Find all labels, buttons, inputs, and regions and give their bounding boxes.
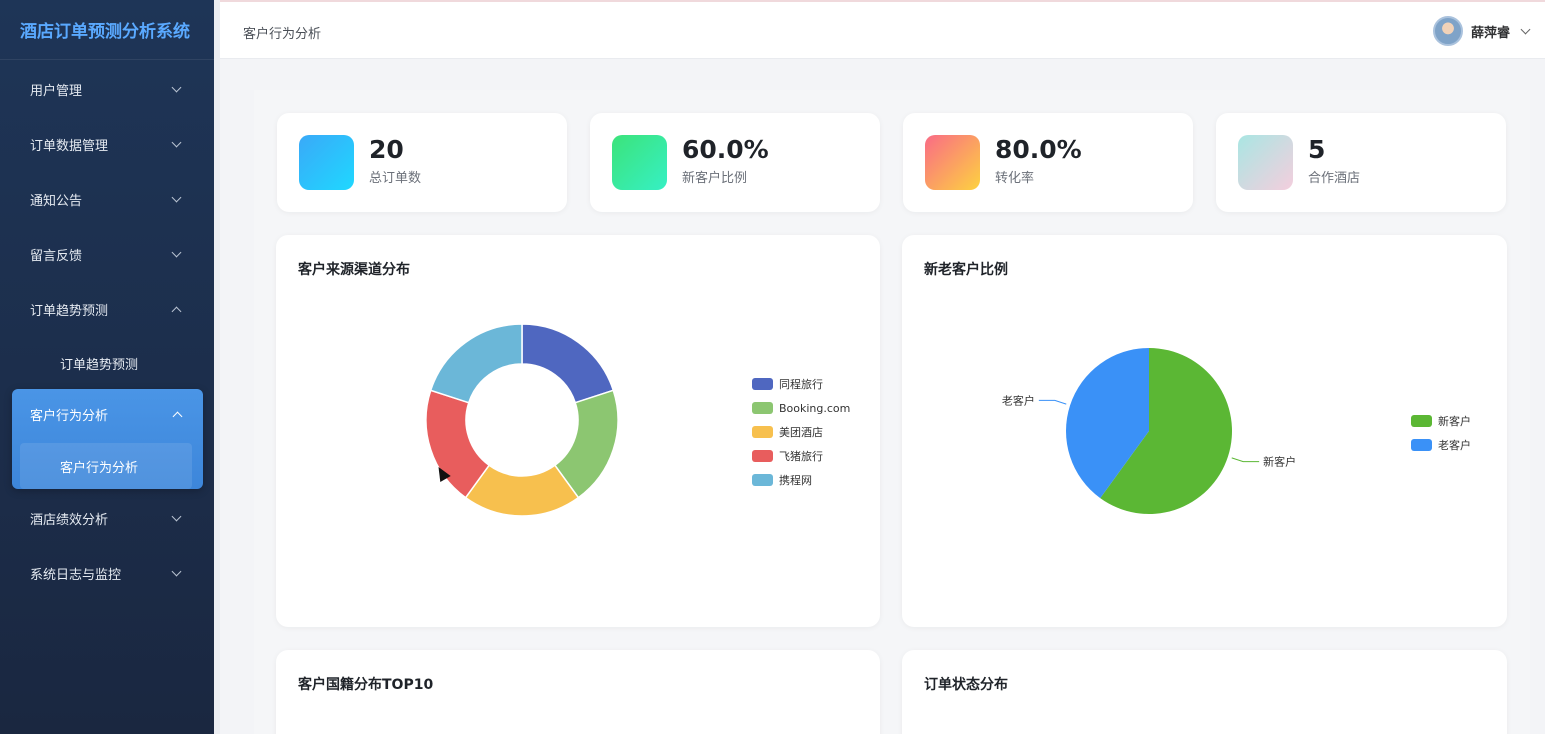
legend-item[interactable]: 携程网 <box>752 468 850 492</box>
sidebar-item-feedback[interactable]: 留言反馈 <box>0 227 214 282</box>
sidebar-item-order-data[interactable]: 订单数据管理 <box>0 117 214 172</box>
stat-value: 20 <box>369 135 404 164</box>
top-header: 客户行为分析 薛萍睿 <box>220 0 1545 59</box>
sidebar-group-customer-behavior: 客户行为分析 客户行为分析 <box>12 389 203 489</box>
user-name[interactable]: 薛萍睿 <box>1471 22 1510 41</box>
legend-item[interactable]: 美团酒店 <box>752 420 850 444</box>
sidebar-subitem-customer-behavior[interactable]: 客户行为分析 <box>20 443 192 489</box>
chart-legend: 同程旅行 Booking.com 美团酒店飞猪旅行携程网 <box>752 372 850 492</box>
stat-value: 5 <box>1308 135 1326 164</box>
legend-item[interactable]: 老客户 <box>1411 433 1471 457</box>
legend-swatch <box>752 474 773 486</box>
chevron-down-icon[interactable] <box>1520 24 1531 34</box>
chevron-down-icon <box>171 247 182 258</box>
sidebar-item-label: 用户管理 <box>30 84 83 99</box>
card-title: 订单状态分布 <box>924 677 1008 693</box>
stat-card-partner-hotels: 5 合作酒店 <box>1216 113 1506 212</box>
user-menu[interactable]: 薛萍睿 <box>1432 16 1535 46</box>
sidebar-item-label: 客户行为分析 <box>30 408 109 424</box>
legend-item[interactable]: 同程旅行 <box>752 372 850 396</box>
hotel-icon <box>1238 135 1293 190</box>
sidebar-item-notice[interactable]: 通知公告 <box>0 172 214 227</box>
avatar[interactable] <box>1432 16 1463 46</box>
chevron-up-icon <box>172 411 183 421</box>
chevron-down-icon <box>171 566 182 577</box>
pie-slice-label: 老客户 <box>1002 393 1035 407</box>
donut-slice[interactable] <box>521 323 615 404</box>
legend-swatch <box>752 402 773 414</box>
label-leader-line <box>1038 399 1067 405</box>
legend-label: Booking.com <box>779 401 851 415</box>
stat-value: 80.0% <box>995 135 1082 164</box>
sidebar-subitem-order-trend[interactable]: 订单趋势预测 <box>0 337 214 389</box>
pie-slice-label: 新客户 <box>1263 455 1296 469</box>
breadcrumb[interactable]: 客户行为分析 <box>243 23 321 42</box>
legend-item[interactable]: 新客户 <box>1411 409 1471 433</box>
chevron-down-icon <box>171 511 182 522</box>
legend-label: 携程网 <box>779 474 812 487</box>
label-leader-line <box>1231 457 1260 463</box>
chevron-down-icon <box>171 192 182 203</box>
legend-swatch <box>1411 415 1432 427</box>
sidebar-item-order-trend[interactable]: 订单趋势预测 <box>0 282 214 337</box>
stat-card-conversion-rate: 80.0% 转化率 <box>903 113 1193 212</box>
stat-label: 总订单数 <box>369 171 422 186</box>
sidebar-item-user-management[interactable]: 用户管理 <box>0 62 214 117</box>
stat-value: 60.0% <box>682 135 769 164</box>
chevron-down-icon <box>171 137 182 148</box>
card-title: 客户国籍分布TOP10 <box>298 677 434 693</box>
legend-label: 飞猪旅行 <box>779 450 823 463</box>
customer-icon <box>612 135 667 190</box>
chevron-up-icon <box>171 306 182 317</box>
card-order-status: 订单状态分布 <box>902 650 1507 734</box>
conversion-icon <box>925 135 980 190</box>
stat-label: 新客户比例 <box>682 171 748 186</box>
legend-swatch <box>1411 439 1432 451</box>
chart-legend: 新客户 老客户 <box>1411 409 1471 457</box>
sidebar-item-hotel-performance[interactable]: 酒店绩效分析 <box>0 491 214 546</box>
sidebar-item-label: 订单数据管理 <box>30 139 109 154</box>
legend-swatch <box>752 378 773 390</box>
sidebar-item-label: 订单趋势预测 <box>30 304 109 319</box>
legend-swatch <box>752 450 773 462</box>
stat-label: 转化率 <box>995 171 1035 186</box>
sidebar-item-label: 通知公告 <box>30 194 83 209</box>
sidebar-divider <box>214 0 220 734</box>
legend-label: 同程旅行 <box>779 378 823 391</box>
stat-label: 合作酒店 <box>1308 171 1361 186</box>
stat-card-new-customer-ratio: 60.0% 新客户比例 <box>590 113 880 212</box>
card-new-old-ratio: 新老客户比例 新客户 老客户 新客户 老客户 <box>902 235 1507 627</box>
stat-card-total-orders: 20 总订单数 <box>277 113 567 212</box>
app-title: 酒店订单预测分析系统 <box>0 0 214 60</box>
legend-item[interactable]: Booking.com <box>752 396 850 420</box>
donut-slice[interactable] <box>429 323 523 404</box>
card-channel-distribution: 客户来源渠道分布 同程旅行 Booking.com 美团酒店 飞猪旅行 携程网 <box>276 235 880 627</box>
legend-label: 新客户 <box>1438 415 1471 428</box>
orders-icon <box>299 135 354 190</box>
legend-label: 老客户 <box>1438 439 1471 452</box>
sidebar-item-label: 留言反馈 <box>30 249 83 264</box>
legend-swatch <box>752 426 773 438</box>
sidebar-item-label: 系统日志与监控 <box>30 568 122 583</box>
sidebar-item-system-log[interactable]: 系统日志与监控 <box>0 546 214 601</box>
sidebar-item-label: 酒店绩效分析 <box>30 513 109 528</box>
sidebar: 酒店订单预测分析系统 用户管理 订单数据管理 通知公告 留言反馈 订单趋势预测 … <box>0 0 214 734</box>
sidebar-item-customer-behavior[interactable]: 客户行为分析 <box>12 389 203 439</box>
card-nationality-top10: 客户国籍分布TOP10 <box>276 650 880 734</box>
chevron-down-icon <box>171 82 182 93</box>
legend-label: 美团酒店 <box>779 426 823 439</box>
legend-item[interactable]: 飞猪旅行 <box>752 444 850 468</box>
